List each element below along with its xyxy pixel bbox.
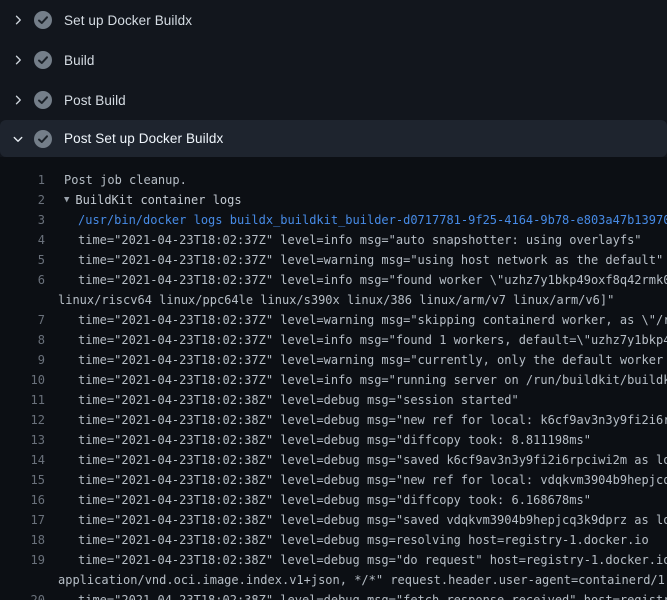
- log-line-number[interactable]: 5: [0, 250, 45, 270]
- log-line-number[interactable]: 3: [0, 210, 45, 230]
- log-line-number[interactable]: 9: [0, 350, 45, 370]
- step-label: Post Set up Docker Buildx: [64, 131, 223, 146]
- log-line-number[interactable]: 4: [0, 230, 45, 250]
- log-line-text: time="2021-04-23T18:02:38Z" level=debug …: [78, 390, 519, 410]
- log-line[interactable]: 20 time="2021-04-23T18:02:38Z" level=deb…: [0, 590, 667, 600]
- log-line-text: application/vnd.oci.image.index.v1+json,…: [58, 570, 667, 590]
- log-line-text: linux/riscv64 linux/ppc64le linux/s390x …: [58, 290, 614, 310]
- step-build[interactable]: Build: [0, 40, 667, 80]
- log-line-text: time="2021-04-23T18:02:37Z" level=warnin…: [78, 250, 663, 270]
- log-line-text: /usr/bin/docker logs buildx_buildkit_bui…: [78, 210, 667, 230]
- log-line-text: time="2021-04-23T18:02:38Z" level=debug …: [78, 490, 591, 510]
- log-line-number[interactable]: 2: [0, 190, 45, 210]
- log-line-text: Post job cleanup.: [64, 170, 187, 190]
- log-line-text: time="2021-04-23T18:02:37Z" level=warnin…: [78, 350, 667, 370]
- log-line-number[interactable]: 10: [0, 370, 45, 390]
- log-line[interactable]: 6 time="2021-04-23T18:02:37Z" level=info…: [0, 270, 667, 290]
- log-line-number[interactable]: 18: [0, 530, 45, 550]
- chevron-right-icon[interactable]: [10, 12, 26, 28]
- step-post-set-up-docker-buildx[interactable]: Post Set up Docker Buildx: [0, 120, 667, 157]
- log-line-number[interactable]: 11: [0, 390, 45, 410]
- log-line[interactable]: 7 time="2021-04-23T18:02:37Z" level=warn…: [0, 310, 667, 330]
- log-line[interactable]: 12 time="2021-04-23T18:02:38Z" level=deb…: [0, 410, 667, 430]
- step-label: Post Build: [64, 93, 126, 108]
- log-line-number[interactable]: [0, 290, 45, 310]
- log-line[interactable]: 15 time="2021-04-23T18:02:38Z" level=deb…: [0, 470, 667, 490]
- log-line-text: time="2021-04-23T18:02:37Z" level=info m…: [78, 330, 667, 350]
- log-line[interactable]: 13 time="2021-04-23T18:02:38Z" level=deb…: [0, 430, 667, 450]
- log-line-text: time="2021-04-23T18:02:38Z" level=debug …: [78, 530, 649, 550]
- log-line[interactable]: 17 time="2021-04-23T18:02:38Z" level=deb…: [0, 510, 667, 530]
- log-line-text: time="2021-04-23T18:02:38Z" level=debug …: [78, 510, 667, 530]
- log-line-text: time="2021-04-23T18:02:37Z" level=warnin…: [78, 310, 667, 330]
- log-line[interactable]: 2 ▼ BuildKit container logs: [0, 190, 667, 210]
- step-label: Build: [64, 53, 95, 68]
- log-line[interactable]: 1 Post job cleanup.: [0, 170, 667, 190]
- log-line-text: time="2021-04-23T18:02:38Z" level=debug …: [78, 550, 667, 570]
- log-line-text: time="2021-04-23T18:02:38Z" level=debug …: [78, 590, 667, 600]
- log-line[interactable]: 19 time="2021-04-23T18:02:38Z" level=deb…: [0, 550, 667, 570]
- log-line[interactable]: 18 time="2021-04-23T18:02:38Z" level=deb…: [0, 530, 667, 550]
- log-line[interactable]: 10 time="2021-04-23T18:02:37Z" level=inf…: [0, 370, 667, 390]
- step-post-build[interactable]: Post Build: [0, 80, 667, 120]
- chevron-down-icon[interactable]: [10, 131, 26, 147]
- log-line[interactable]: 3 /usr/bin/docker logs buildx_buildkit_b…: [0, 210, 667, 230]
- group-toggle-icon[interactable]: ▼: [64, 190, 69, 210]
- log-line-number[interactable]: 17: [0, 510, 45, 530]
- log-line-text: time="2021-04-23T18:02:37Z" level=info m…: [78, 270, 667, 290]
- log-line-number[interactable]: 12: [0, 410, 45, 430]
- check-circle-icon: [34, 11, 52, 29]
- log-line-number[interactable]: 19: [0, 550, 45, 570]
- log-line-number[interactable]: 1: [0, 170, 45, 190]
- log-line-text: time="2021-04-23T18:02:38Z" level=debug …: [78, 470, 667, 490]
- log-line[interactable]: 5 time="2021-04-23T18:02:37Z" level=warn…: [0, 250, 667, 270]
- log-line-text: BuildKit container logs: [75, 190, 241, 210]
- log-line[interactable]: 11 time="2021-04-23T18:02:38Z" level=deb…: [0, 390, 667, 410]
- log-line[interactable]: 8 time="2021-04-23T18:02:37Z" level=info…: [0, 330, 667, 350]
- log-line-number[interactable]: [0, 570, 45, 590]
- check-circle-icon: [34, 51, 52, 69]
- workflow-log-panel: Set up Docker Buildx Build Post Build: [0, 0, 667, 600]
- log-viewer[interactable]: 1 Post job cleanup. 2 ▼ BuildKit contain…: [0, 157, 667, 600]
- log-line[interactable]: 9 time="2021-04-23T18:02:37Z" level=warn…: [0, 350, 667, 370]
- log-line-number[interactable]: 20: [0, 590, 45, 600]
- log-line-number[interactable]: 13: [0, 430, 45, 450]
- step-set-up-docker-buildx[interactable]: Set up Docker Buildx: [0, 0, 667, 40]
- chevron-right-icon[interactable]: [10, 52, 26, 68]
- log-line-number[interactable]: 15: [0, 470, 45, 490]
- check-circle-icon: [34, 130, 52, 148]
- log-line-text: time="2021-04-23T18:02:37Z" level=info m…: [78, 370, 667, 390]
- log-line-number[interactable]: 8: [0, 330, 45, 350]
- log-line-text: time="2021-04-23T18:02:37Z" level=info m…: [78, 230, 642, 250]
- log-line[interactable]: 4 time="2021-04-23T18:02:37Z" level=info…: [0, 230, 667, 250]
- log-line[interactable]: linux/riscv64 linux/ppc64le linux/s390x …: [0, 290, 667, 310]
- log-line-number[interactable]: 16: [0, 490, 45, 510]
- log-line-text: time="2021-04-23T18:02:38Z" level=debug …: [78, 430, 591, 450]
- log-line-number[interactable]: 14: [0, 450, 45, 470]
- log-line-text: time="2021-04-23T18:02:38Z" level=debug …: [78, 450, 667, 470]
- log-line-number[interactable]: 7: [0, 310, 45, 330]
- check-circle-icon: [34, 91, 52, 109]
- log-line[interactable]: 14 time="2021-04-23T18:02:38Z" level=deb…: [0, 450, 667, 470]
- step-label: Set up Docker Buildx: [64, 13, 192, 28]
- chevron-right-icon[interactable]: [10, 92, 26, 108]
- log-line-text: time="2021-04-23T18:02:38Z" level=debug …: [78, 410, 667, 430]
- steps-list: Set up Docker Buildx Build Post Build: [0, 0, 667, 157]
- log-line-number[interactable]: 6: [0, 270, 45, 290]
- log-line[interactable]: 16 time="2021-04-23T18:02:38Z" level=deb…: [0, 490, 667, 510]
- log-line[interactable]: application/vnd.oci.image.index.v1+json,…: [0, 570, 667, 590]
